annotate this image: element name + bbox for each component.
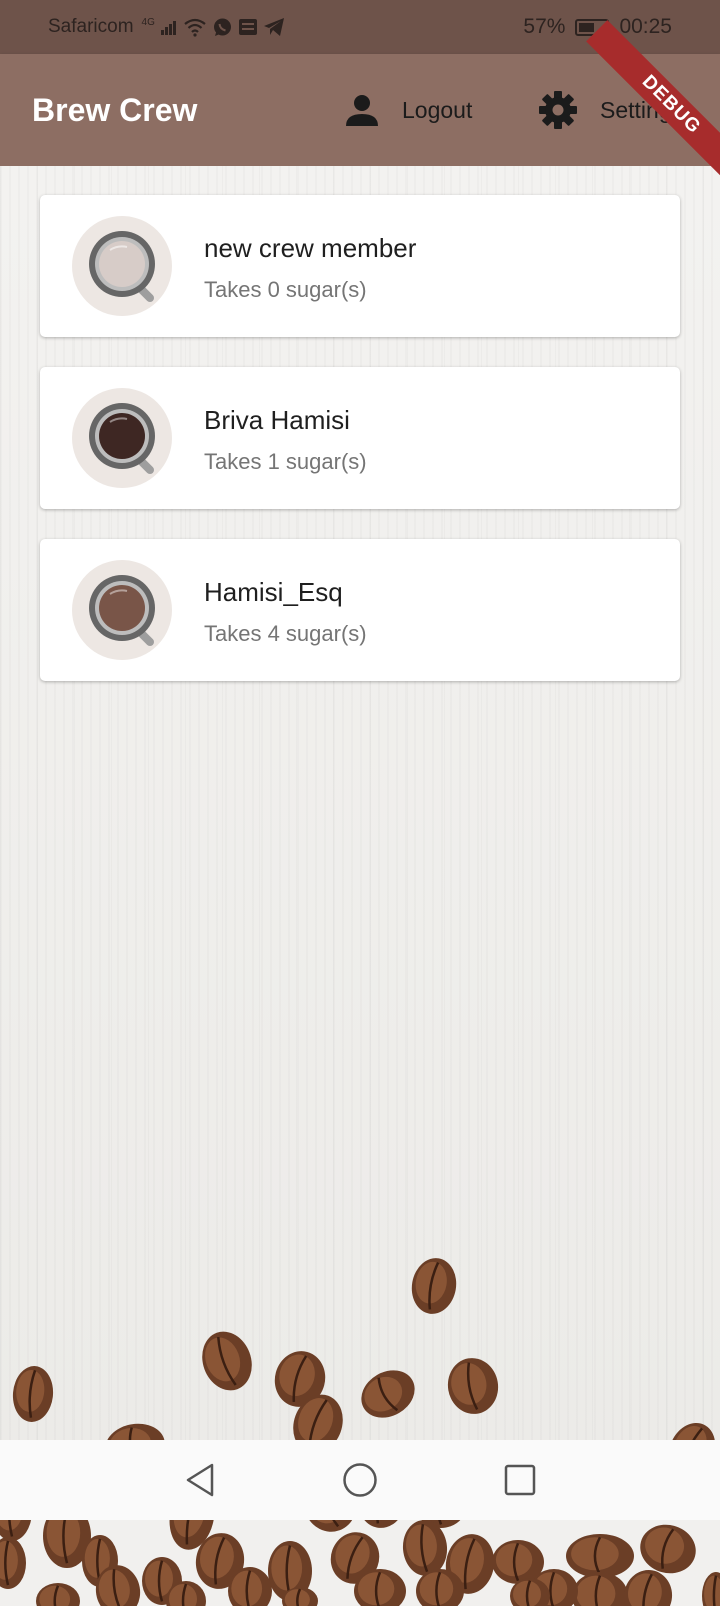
crew-card[interactable]: Hamisi_Esq Takes 4 sugar(s): [40, 539, 680, 681]
crew-name: Briva Hamisi: [204, 405, 350, 435]
app-title: Brew Crew: [32, 92, 198, 128]
crew-sugars: Takes 4 sugar(s): [204, 621, 367, 646]
signal-icon: [160, 21, 176, 35]
wifi-icon: [184, 18, 206, 37]
recents-square-icon[interactable]: [504, 1464, 536, 1496]
coffee-cup-avatar: [72, 216, 172, 316]
coffee-cup-avatar: [72, 560, 172, 660]
app-bar: Brew Crew Logout Settings DEBUG: [0, 20, 720, 190]
background-image: [0, 166, 720, 1606]
crew-sugars: Takes 1 sugar(s): [204, 449, 367, 474]
gear-icon: [539, 91, 577, 129]
status-icons: 4G: [142, 17, 285, 38]
battery-fill: [579, 22, 595, 32]
telegram-icon: [263, 18, 284, 36]
clock: 00:25: [619, 15, 672, 38]
crew-name: new crew member: [204, 233, 417, 263]
battery-percent: 57%: [523, 15, 566, 38]
whatsapp-icon: [213, 18, 231, 36]
coffee-fill: [99, 413, 145, 459]
carrier-name: Safaricom: [48, 16, 134, 37]
network-type: 4G: [141, 16, 155, 28]
back-triangle-icon[interactable]: [184, 1462, 216, 1498]
crew-sugars: Takes 0 sugar(s): [204, 277, 367, 302]
system-nav-bar: [0, 1440, 720, 1520]
person-icon: [346, 95, 378, 126]
logout-label: Logout: [402, 96, 473, 123]
coffee-beans-image: [0, 1258, 720, 1606]
crew-card[interactable]: Briva Hamisi Takes 1 sugar(s): [40, 367, 680, 509]
coffee-fill: [99, 585, 145, 631]
coffee-fill: [99, 241, 145, 287]
status-left: Safaricom 4G: [48, 0, 285, 54]
message-icon: [238, 19, 257, 35]
crew-card[interactable]: new crew member Takes 0 sugar(s): [40, 195, 680, 337]
home-circle-icon[interactable]: [342, 1462, 378, 1498]
logout-button[interactable]: Logout: [344, 54, 472, 166]
coffee-cup-avatar: [72, 388, 172, 488]
crew-name: Hamisi_Esq: [204, 577, 343, 607]
